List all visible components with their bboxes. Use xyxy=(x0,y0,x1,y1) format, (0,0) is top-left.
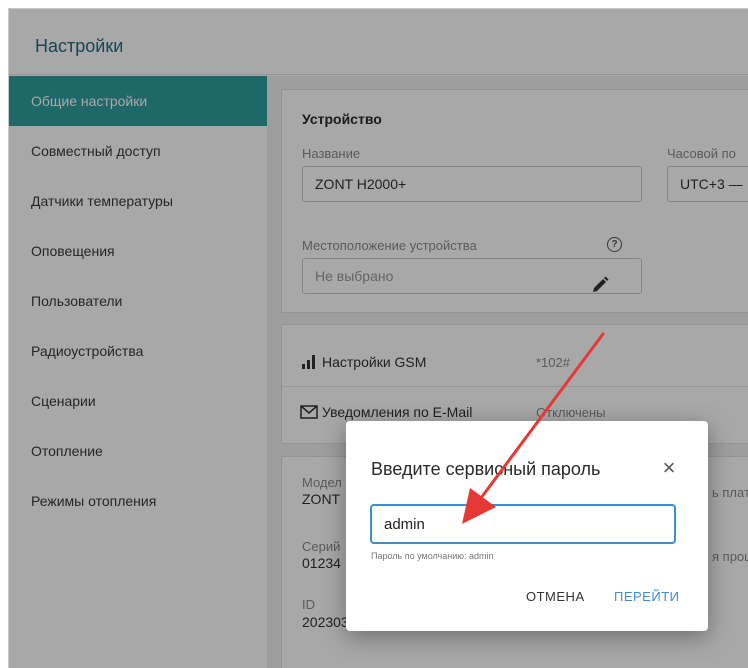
dialog-title: Введите сервисный пароль xyxy=(371,459,601,479)
password-input[interactable]: admin xyxy=(370,504,676,544)
app-window: Настройки Общие настройки Совместный дос… xyxy=(8,8,748,668)
password-hint: Пароль по умолчанию: admin xyxy=(371,551,494,561)
confirm-button[interactable]: ПЕРЕЙТИ xyxy=(614,589,680,604)
service-password-dialog: Введите сервисный пароль × admin Пароль … xyxy=(346,421,708,631)
cancel-button[interactable]: ОТМЕНА xyxy=(526,589,585,604)
close-icon[interactable]: × xyxy=(660,457,678,479)
